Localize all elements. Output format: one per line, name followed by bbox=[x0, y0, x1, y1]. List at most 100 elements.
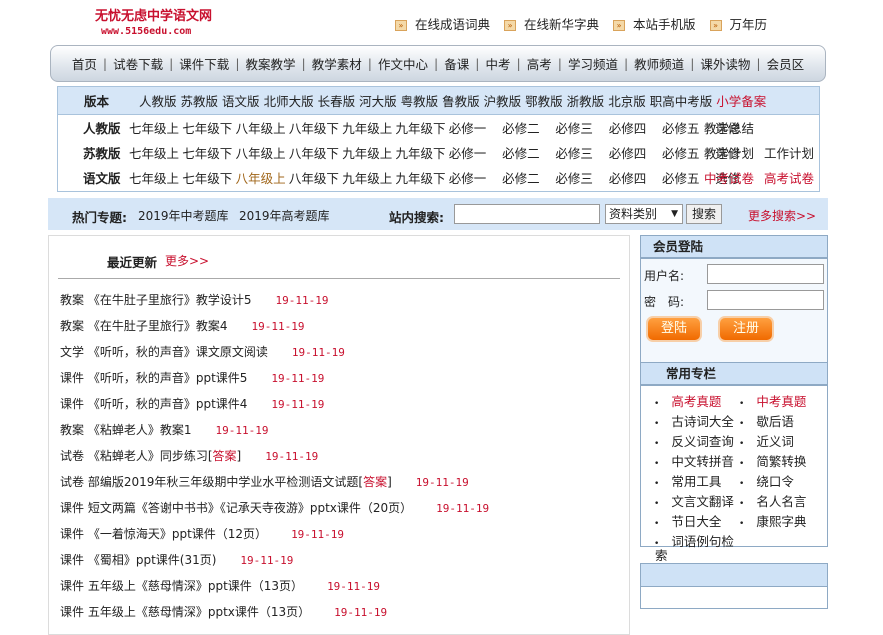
nav-item[interactable]: 备课 bbox=[444, 54, 469, 73]
grade-link[interactable]: 必修二 bbox=[502, 118, 540, 137]
grade-link[interactable]: 必修五 bbox=[662, 118, 700, 137]
password-input[interactable] bbox=[707, 290, 824, 310]
grade-link[interactable]: 必修五 bbox=[662, 143, 700, 162]
grade-link[interactable]: 必修五 bbox=[662, 168, 700, 187]
top-link[interactable]: » 万年历 bbox=[709, 14, 767, 33]
item-category[interactable]: 教案 bbox=[60, 423, 84, 437]
grade-link[interactable]: 八年级上 bbox=[236, 168, 286, 187]
version-link[interactable]: 北师大版 bbox=[264, 91, 314, 110]
grade-link[interactable]: 八年级下 bbox=[289, 168, 339, 187]
item-title[interactable]: 《在牛肚子里旅行》教学设计5 bbox=[88, 293, 252, 307]
item-title[interactable]: 《听听，秋的声音》ppt课件4 bbox=[88, 397, 248, 411]
grade-row-label[interactable]: 语文版 bbox=[83, 168, 129, 187]
column-link[interactable]: • 名人名言 bbox=[739, 491, 806, 510]
item-answer-link[interactable]: 答案 bbox=[363, 475, 387, 489]
nav-item[interactable]: 中考 bbox=[485, 54, 510, 73]
version-link[interactable]: 河大版 bbox=[359, 91, 397, 110]
category-select[interactable]: 资料类别 ▼ bbox=[605, 204, 683, 224]
nav-item[interactable]: 学习频道 bbox=[568, 54, 618, 73]
version-link[interactable]: 粤教版 bbox=[401, 91, 439, 110]
column-link[interactable]: • 歇后语 bbox=[739, 411, 794, 430]
grade-link[interactable]: 必修一 bbox=[449, 143, 487, 162]
top-link[interactable]: » 在线成语词典 bbox=[395, 14, 490, 33]
column-link[interactable]: • 中考真题 bbox=[739, 391, 806, 410]
username-input[interactable] bbox=[707, 264, 824, 284]
grade-link[interactable]: 必修二 bbox=[502, 143, 540, 162]
recent-more-link[interactable]: 更多>> bbox=[165, 252, 209, 269]
item-category[interactable]: 课件 bbox=[60, 371, 84, 385]
item-title[interactable]: 短文两篇《答谢中书书》《记承天寺夜游》pptx课件（20页） bbox=[88, 501, 412, 515]
grade-link[interactable]: 八年级上 bbox=[236, 118, 286, 137]
grade-link[interactable]: 必修一 bbox=[449, 118, 487, 137]
column-link[interactable]: • 绕口令 bbox=[739, 471, 794, 490]
item-title[interactable]: 《听听，秋的声音》ppt课件5 bbox=[88, 371, 248, 385]
column-link[interactable]: • 近义词 bbox=[739, 431, 794, 450]
column-link[interactable]: • 节日大全 bbox=[654, 511, 721, 530]
search-button[interactable]: 搜索 bbox=[686, 204, 722, 224]
version-link[interactable]: 人教版 bbox=[139, 91, 177, 110]
grade-extra-link[interactable]: 教学计划 bbox=[704, 143, 754, 162]
more-search-link[interactable]: 更多搜索>> bbox=[748, 207, 816, 224]
grade-extra-link[interactable]: 工作计划 bbox=[764, 143, 814, 162]
version-link[interactable]: 浙教版 bbox=[567, 91, 605, 110]
item-answer-link[interactable]: 答案 bbox=[213, 449, 237, 463]
column-link[interactable]: • 文言文翻译 bbox=[654, 491, 734, 510]
grade-extra-link[interactable]: 中考试卷 bbox=[704, 168, 754, 187]
grade-link[interactable]: 必修三 bbox=[555, 143, 593, 162]
nav-item[interactable]: 教学素材 bbox=[312, 54, 362, 73]
nav-item[interactable]: 作文中心 bbox=[378, 54, 428, 73]
item-title[interactable]: 部编版2019年秋三年级期中学业水平检测语文试题[ bbox=[88, 475, 363, 489]
grade-link[interactable]: 必修三 bbox=[555, 118, 593, 137]
item-category[interactable]: 课件 bbox=[60, 501, 84, 515]
column-link[interactable]: • 中文转拼音 bbox=[654, 451, 734, 470]
top-link[interactable]: » 在线新华字典 bbox=[504, 14, 599, 33]
item-category[interactable]: 课件 bbox=[60, 605, 84, 619]
grade-link[interactable]: 七年级下 bbox=[182, 168, 232, 187]
nav-item[interactable]: 试卷下载 bbox=[113, 54, 163, 73]
item-title[interactable]: 五年级上《慈母情深》pptx课件（13页） bbox=[88, 605, 310, 619]
version-link[interactable]: 语文版 bbox=[222, 91, 260, 110]
item-title[interactable]: 五年级上《慈母情深》ppt课件（13页） bbox=[88, 579, 303, 593]
column-link[interactable]: • 古诗词大全 bbox=[654, 411, 734, 430]
item-category[interactable]: 教案 bbox=[60, 293, 84, 307]
grade-link[interactable]: 必修二 bbox=[502, 168, 540, 187]
grade-link[interactable]: 必修四 bbox=[609, 143, 647, 162]
nav-item[interactable]: 教案教学 bbox=[246, 54, 296, 73]
grade-link[interactable]: 八年级下 bbox=[289, 118, 339, 137]
column-link[interactable]: • 简繁转换 bbox=[739, 451, 806, 470]
grade-link[interactable]: 八年级下 bbox=[289, 143, 339, 162]
grade-link[interactable]: 九年级上 bbox=[342, 168, 392, 187]
version-link[interactable]: 北京版 bbox=[608, 91, 646, 110]
item-category[interactable]: 文学 bbox=[60, 345, 84, 359]
version-link-special[interactable]: 小学备案 bbox=[716, 91, 766, 110]
item-title[interactable]: 《一着惊海天》ppt课件（12页） bbox=[88, 527, 267, 541]
grade-link[interactable]: 七年级下 bbox=[182, 143, 232, 162]
grade-link[interactable]: 九年级上 bbox=[342, 143, 392, 162]
grade-link[interactable]: 必修三 bbox=[555, 168, 593, 187]
item-category[interactable]: 课件 bbox=[60, 527, 84, 541]
version-link[interactable]: 鲁教版 bbox=[442, 91, 480, 110]
grade-link[interactable]: 必修四 bbox=[609, 118, 647, 137]
register-button[interactable]: 注册 bbox=[718, 316, 774, 342]
grade-link[interactable]: 必修一 bbox=[449, 168, 487, 187]
grade-extra-link[interactable]: 高考试卷 bbox=[764, 168, 814, 187]
top-link[interactable]: » 本站手机版 bbox=[613, 14, 696, 33]
item-category[interactable]: 试卷 bbox=[60, 449, 84, 463]
grade-link[interactable]: 七年级下 bbox=[182, 118, 232, 137]
item-category[interactable]: 教案 bbox=[60, 319, 84, 333]
grade-link[interactable]: 必修四 bbox=[609, 168, 647, 187]
column-link[interactable]: • 常用工具 bbox=[654, 471, 721, 490]
nav-item[interactable]: 会员区 bbox=[767, 54, 805, 73]
item-category[interactable]: 课件 bbox=[60, 397, 84, 411]
grade-link[interactable]: 八年级上 bbox=[236, 143, 286, 162]
grade-link[interactable]: 七年级上 bbox=[129, 143, 179, 162]
grade-extra-link[interactable]: 教学总结 bbox=[704, 118, 754, 137]
hot-link[interactable]: 2019年中考题库 bbox=[138, 207, 229, 224]
version-link[interactable]: 沪教版 bbox=[484, 91, 522, 110]
column-link[interactable]: • 高考真题 bbox=[654, 391, 721, 410]
version-link[interactable]: 职高中考版 bbox=[650, 91, 713, 110]
version-link[interactable]: 长春版 bbox=[318, 91, 356, 110]
nav-item[interactable]: 课件下载 bbox=[179, 54, 229, 73]
site-logo-url[interactable]: www.5156edu.com bbox=[101, 26, 191, 37]
column-link[interactable]: • 康熙字典 bbox=[739, 511, 806, 530]
